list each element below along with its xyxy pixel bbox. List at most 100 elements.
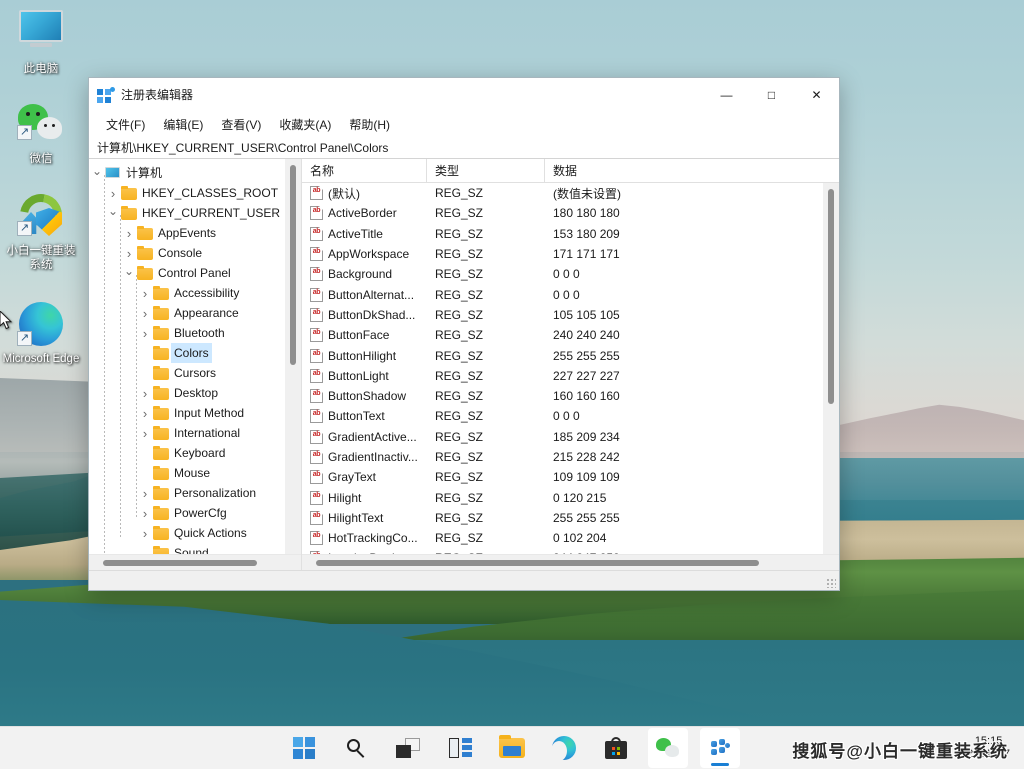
column-header-type[interactable]: 类型	[427, 159, 545, 182]
tree-node-[interactable]: ⌄ 计算机	[89, 163, 285, 183]
address-bar[interactable]: 计算机\HKEY_CURRENT_USER\Control Panel\Colo…	[89, 137, 839, 159]
value-row[interactable]: ab HotTrackingCo... REG_SZ 0 102 204	[302, 528, 823, 548]
values-vertical-scrollbar[interactable]	[823, 183, 839, 554]
chevron-right-icon[interactable]: ›	[137, 283, 153, 303]
value-row[interactable]: ab ButtonShadow REG_SZ 160 160 160	[302, 386, 823, 406]
chevron-right-icon[interactable]: ›	[121, 223, 137, 243]
desktop-icon-label: 此电脑	[23, 63, 59, 75]
menu-bar[interactable]: 文件(F) 编辑(E) 查看(V) 收藏夹(A) 帮助(H)	[89, 111, 839, 137]
tree-node-quick-actions[interactable]: › Quick Actions	[89, 523, 285, 543]
chevron-right-icon[interactable]: ›	[137, 483, 153, 503]
value-row[interactable]: ab ButtonFace REG_SZ 240 240 240	[302, 325, 823, 345]
menu-help[interactable]: 帮助(H)	[340, 113, 399, 136]
chevron-down-icon[interactable]: ⌄	[89, 163, 105, 183]
desktop-icon-this-pc[interactable]: 此电脑	[2, 8, 80, 76]
value-row[interactable]: ab GrayText REG_SZ 109 109 109	[302, 467, 823, 487]
value-row[interactable]: ab GradientActive... REG_SZ 185 209 234	[302, 427, 823, 447]
tree-node-hkey-classes-root[interactable]: › HKEY_CLASSES_ROOT	[89, 183, 285, 203]
registry-tree-pane[interactable]: ⌄ 计算机 › HKEY_CLASSES_ROOT ⌄ HKEY_CURRENT_USER…	[89, 159, 302, 570]
menu-edit[interactable]: 编辑(E)	[154, 113, 212, 136]
tree-node-input-method[interactable]: › Input Method	[89, 403, 285, 423]
column-header-name[interactable]: 名称	[302, 159, 427, 182]
column-header-data[interactable]: 数据	[545, 159, 839, 182]
desktop-icon-xiaobai-reinstall[interactable]: ↗ 小白一键重装系统	[2, 185, 80, 272]
maximize-button[interactable]: □	[749, 78, 794, 111]
menu-file[interactable]: 文件(F)	[97, 113, 154, 136]
chevron-right-icon[interactable]: ›	[137, 303, 153, 323]
window-controls[interactable]: — □ ✕	[704, 78, 839, 111]
start-button[interactable]	[284, 728, 324, 768]
task-view-button[interactable]	[388, 728, 428, 768]
value-row[interactable]: ab HilightText REG_SZ 255 255 255	[302, 508, 823, 528]
resize-grip-icon[interactable]	[825, 577, 836, 588]
tree-node-sound[interactable]: Sound	[89, 543, 285, 554]
menu-view[interactable]: 查看(V)	[212, 113, 270, 136]
minimize-button[interactable]: —	[704, 78, 749, 111]
tree-node-desktop[interactable]: › Desktop	[89, 383, 285, 403]
desktop-icon-microsoft-edge[interactable]: ↗ Microsoft Edge	[2, 300, 80, 366]
tree-node-hkey-current-user[interactable]: ⌄ HKEY_CURRENT_USER	[89, 203, 285, 223]
widgets-icon	[448, 738, 472, 758]
widgets-button[interactable]	[440, 728, 480, 768]
chevron-right-icon[interactable]: ›	[137, 323, 153, 343]
tree-node-international[interactable]: › International	[89, 423, 285, 443]
chevron-down-icon[interactable]: ⌄	[121, 263, 137, 283]
tree-node-keyboard[interactable]: Keyboard	[89, 443, 285, 463]
value-row[interactable]: ab ButtonLight REG_SZ 227 227 227	[302, 366, 823, 386]
value-row[interactable]: ab ButtonDkShad... REG_SZ 105 105 105	[302, 305, 823, 325]
values-column-header[interactable]: 名称 类型 数据	[302, 159, 839, 183]
registry-tree[interactable]: ⌄ 计算机 › HKEY_CLASSES_ROOT ⌄ HKEY_CURRENT_USER…	[89, 159, 285, 554]
tree-node-cursors[interactable]: Cursors	[89, 363, 285, 383]
value-row[interactable]: ab Hilight REG_SZ 0 120 215	[302, 487, 823, 507]
desktop-icon-wechat[interactable]: ↗ 微信	[2, 100, 80, 166]
tree-node-colors[interactable]: Colors	[89, 343, 285, 363]
file-explorer-button[interactable]	[492, 728, 532, 768]
microsoft-store-button[interactable]	[596, 728, 636, 768]
tree-hscroll-thumb[interactable]	[103, 560, 257, 566]
registry-values-pane[interactable]: 名称 类型 数据 ab (默认) REG_SZ (数值未设置) ab ActiveBord…	[302, 159, 839, 570]
value-row[interactable]: ab Background REG_SZ 0 0 0	[302, 264, 823, 284]
chevron-right-icon[interactable]: ›	[137, 423, 153, 443]
value-row[interactable]: ab ActiveBorder REG_SZ 180 180 180	[302, 203, 823, 223]
edge-button[interactable]	[544, 728, 584, 768]
registry-editor-button[interactable]	[700, 728, 740, 768]
chevron-right-icon[interactable]: ›	[137, 383, 153, 403]
value-row[interactable]: ab GradientInactiv... REG_SZ 215 228 242	[302, 447, 823, 467]
window-titlebar[interactable]: 注册表编辑器 — □ ✕	[89, 78, 839, 111]
wechat-button[interactable]	[648, 728, 688, 768]
tree-vertical-scrollbar[interactable]	[285, 159, 301, 554]
tree-node-console[interactable]: › Console	[89, 243, 285, 263]
tree-node-appevents[interactable]: › AppEvents	[89, 223, 285, 243]
tree-node-control-panel[interactable]: ⌄ Control Panel	[89, 263, 285, 283]
registry-editor-window[interactable]: 注册表编辑器 — □ ✕ 文件(F) 编辑(E) 查看(V) 收藏夹(A) 帮助…	[88, 77, 840, 591]
folder-icon	[153, 525, 169, 540]
value-row[interactable]: ab ActiveTitle REG_SZ 153 180 209	[302, 224, 823, 244]
close-button[interactable]: ✕	[794, 78, 839, 111]
tree-node-mouse[interactable]: Mouse	[89, 463, 285, 483]
chevron-right-icon[interactable]: ›	[105, 183, 121, 203]
tree-scroll-thumb[interactable]	[290, 165, 296, 365]
chevron-down-icon[interactable]: ⌄	[105, 203, 121, 223]
registry-values-list[interactable]: ab (默认) REG_SZ (数值未设置) ab ActiveBorder REG_SZ 1…	[302, 183, 823, 554]
values-hscroll-thumb[interactable]	[316, 560, 759, 566]
value-row[interactable]: ab ButtonHilight REG_SZ 255 255 255	[302, 345, 823, 365]
tree-horizontal-scrollbar[interactable]	[89, 554, 301, 570]
value-row[interactable]: ab AppWorkspace REG_SZ 171 171 171	[302, 244, 823, 264]
tree-node-powercfg[interactable]: › PowerCfg	[89, 503, 285, 523]
search-button[interactable]	[336, 728, 376, 768]
tree-node-accessibility[interactable]: › Accessibility	[89, 283, 285, 303]
tree-node-bluetooth[interactable]: › Bluetooth	[89, 323, 285, 343]
menu-favorites[interactable]: 收藏夹(A)	[270, 113, 340, 136]
chevron-right-icon[interactable]: ›	[121, 243, 137, 263]
value-row[interactable]: ab (默认) REG_SZ (数值未设置)	[302, 183, 823, 203]
values-scroll-thumb[interactable]	[828, 189, 834, 404]
values-horizontal-scrollbar[interactable]	[302, 554, 839, 570]
tree-node-appearance[interactable]: › Appearance	[89, 303, 285, 323]
value-row[interactable]: ab ButtonText REG_SZ 0 0 0	[302, 406, 823, 426]
chevron-right-icon[interactable]: ›	[137, 403, 153, 423]
chevron-right-icon[interactable]: ›	[137, 503, 153, 523]
taskbar-apps[interactable]	[284, 728, 740, 768]
tree-node-personalization[interactable]: › Personalization	[89, 483, 285, 503]
value-row[interactable]: ab ButtonAlternat... REG_SZ 0 0 0	[302, 284, 823, 304]
chevron-right-icon[interactable]: ›	[137, 523, 153, 543]
